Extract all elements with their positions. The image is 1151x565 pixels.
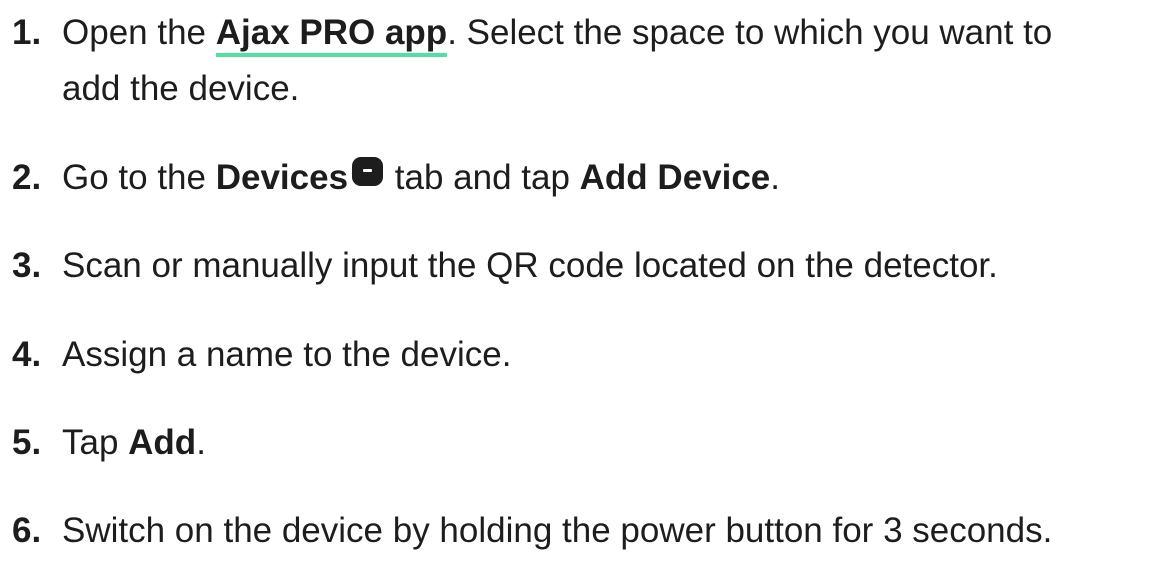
step-text-line2: add the device.: [62, 69, 300, 108]
step-text-after: .: [196, 423, 206, 462]
step-text: Scan or manually input the QR code locat…: [62, 246, 998, 285]
ajax-pro-app-link[interactable]: Ajax PRO app: [215, 13, 448, 57]
step-text-middle: tab and tap: [385, 158, 580, 197]
step-text-before: Tap: [62, 423, 129, 462]
step-text: Go to the Devices tab and tap Add Device…: [62, 150, 780, 206]
add-device-label: Add Device: [579, 158, 771, 197]
devices-label: Devices: [215, 158, 349, 197]
step-number: 5.: [12, 423, 42, 462]
step-number: 6.: [12, 511, 42, 550]
devices-icon-dash: [363, 169, 373, 172]
instruction-steps: 1. Open the Ajax PRO app. Select the spa…: [0, 0, 1151, 565]
devices-icon: [352, 157, 384, 186]
add-label: Add: [128, 423, 197, 462]
step-text: Switch on the device by holding the powe…: [62, 511, 1053, 550]
step-text: Assign a name to the device.: [62, 335, 512, 374]
step-text: Open the Ajax PRO app. Select the space …: [62, 5, 1052, 117]
step-number: 4.: [12, 335, 42, 374]
step-text-after: .: [770, 158, 781, 197]
step-text-before: Go to the: [62, 158, 216, 197]
step-text-before: Open the: [62, 13, 216, 52]
step-number: 2.: [12, 158, 42, 197]
step-text: Tap Add.: [62, 415, 206, 471]
step-text-after: . Select the space to which you want to: [447, 13, 1053, 52]
step-number: 1.: [12, 13, 42, 52]
step-number: 3.: [12, 246, 42, 285]
